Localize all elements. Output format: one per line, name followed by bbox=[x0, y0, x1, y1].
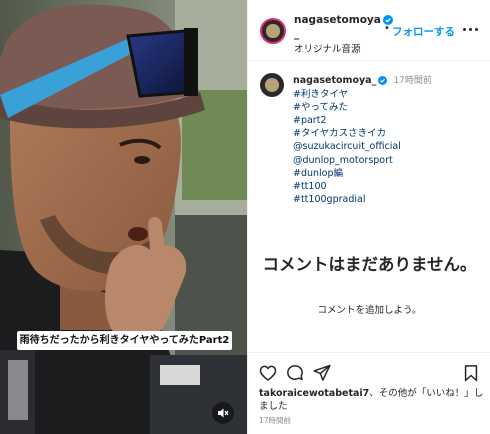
hashtag-link[interactable]: #利きタイヤ bbox=[293, 88, 483, 101]
reel-video[interactable]: 雨待ちだったから利きタイヤやってみたPart2 bbox=[0, 0, 247, 434]
verified-badge-icon bbox=[378, 76, 388, 85]
caption-username[interactable]: nagasetomoya_ bbox=[293, 75, 376, 86]
post-side-panel: nagasetomoya _ オリジナル音源 • フォローする nagaseto… bbox=[247, 0, 490, 434]
author-username-text[interactable]: nagasetomoya bbox=[294, 14, 381, 26]
liker-username[interactable]: takoraicewotabetai7 bbox=[259, 388, 369, 399]
speaker-muted-icon bbox=[218, 408, 229, 418]
hashtag-link[interactable]: #やってみた bbox=[293, 101, 483, 114]
author-username-suffix[interactable]: _ bbox=[294, 28, 299, 40]
comment-icon[interactable] bbox=[285, 363, 305, 383]
paper-plane-icon[interactable] bbox=[312, 363, 332, 383]
hashtag-link[interactable]: #tt100 bbox=[293, 180, 483, 193]
avatar[interactable] bbox=[260, 73, 284, 97]
avatar[interactable] bbox=[260, 18, 286, 44]
video-caption: 雨待ちだったから利きタイヤやってみたPart2 bbox=[17, 331, 232, 350]
mute-button[interactable] bbox=[212, 402, 234, 424]
bookmark-icon[interactable] bbox=[461, 363, 481, 383]
caption-time[interactable]: 17時間前 bbox=[393, 76, 431, 86]
hashtag-link[interactable]: #タイヤカスさきイカ bbox=[293, 127, 483, 140]
likes-summary: takoraicewotabetai7、その他が「いいね！」しました bbox=[259, 387, 484, 413]
no-comments-subtitle: コメントを追加しよう。 bbox=[317, 305, 422, 316]
hashtag-link[interactable]: #tt100gpradial bbox=[293, 193, 483, 206]
heart-icon[interactable] bbox=[258, 363, 278, 383]
audio-label[interactable]: オリジナル音源 bbox=[294, 41, 361, 55]
hashtag-link[interactable]: #part2 bbox=[293, 114, 483, 127]
hashtag-link[interactable]: #dunlop編 bbox=[293, 167, 483, 180]
post-header: nagasetomoya _ オリジナル音源 • フォローする bbox=[248, 0, 490, 61]
video-frame-illustration bbox=[0, 0, 247, 434]
follow-separator: • bbox=[384, 23, 390, 34]
follow-button[interactable]: フォローする bbox=[392, 24, 455, 39]
more-options-icon[interactable] bbox=[463, 24, 479, 36]
mention-link[interactable]: @suzukacircuit_official bbox=[293, 140, 483, 153]
no-comments-title: コメントはまだありません。 bbox=[262, 255, 477, 274]
posted-time[interactable]: 17時間前 bbox=[259, 415, 291, 426]
mention-link[interactable]: @dunlop_motorsport bbox=[293, 154, 483, 167]
author-username[interactable]: nagasetomoya bbox=[294, 14, 393, 26]
post-actions-footer: takoraicewotabetai7、その他が「いいね！」しました 17時間前 bbox=[248, 352, 490, 434]
caption-body: nagasetomoya_ 17時間前 #利きタイヤ #やってみた #part2… bbox=[293, 74, 483, 206]
